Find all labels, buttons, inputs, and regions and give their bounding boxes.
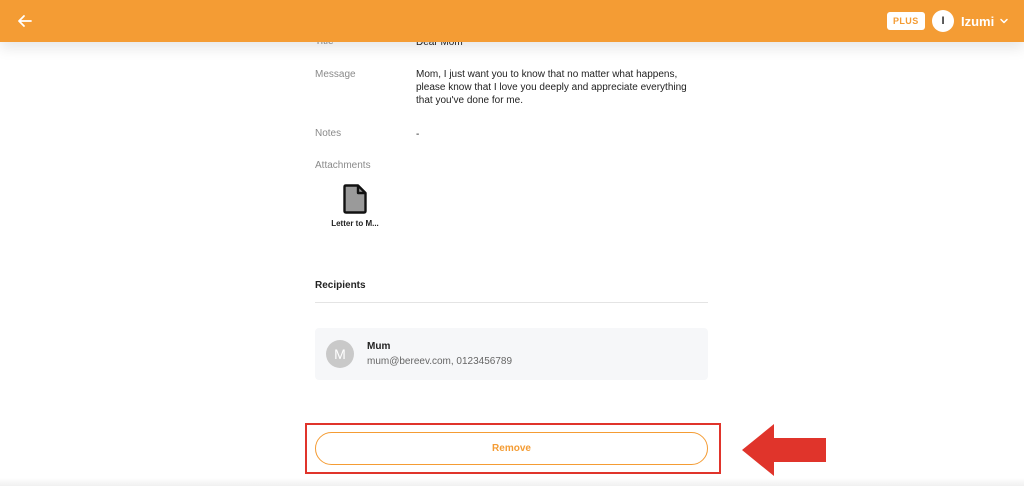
avatar: I (932, 10, 954, 32)
message-line: that you've done for me. (416, 95, 523, 106)
avatar: M (326, 340, 354, 368)
plus-badge: PLUS (887, 12, 925, 30)
top-bar: PLUS I Izumi (0, 0, 1024, 42)
arrow-left-icon[interactable] (14, 10, 36, 32)
message-line: Mom, I just want you to know that no mat… (416, 69, 678, 80)
attachment-item[interactable]: Letter to M... (323, 184, 387, 228)
recipient-card[interactable]: M Mum mum@bereev.com, 0123456789 (315, 328, 708, 380)
attachment-name: Letter to M... (331, 219, 379, 228)
attachments-label: Attachments (315, 160, 371, 171)
message-body: Mom, I just want you to know that no mat… (416, 68, 687, 107)
recipients-title: Recipients (315, 280, 366, 291)
bottom-shadow (0, 478, 1024, 486)
notes-value: - (416, 129, 420, 140)
message-label: Message (315, 69, 356, 80)
recipient-name: Mum (367, 341, 391, 352)
user-name: Izumi (961, 13, 995, 29)
recipient-contact: mum@bereev.com, 0123456789 (367, 356, 513, 367)
remove-button[interactable]: Remove (315, 432, 708, 465)
user-menu[interactable]: I Izumi (932, 9, 1009, 33)
document-icon (343, 184, 367, 214)
divider (315, 302, 708, 303)
notes-label: Notes (315, 128, 342, 139)
pointer-arrow-icon (742, 424, 826, 476)
chevron-down-icon (1000, 18, 1008, 24)
message-line: please know that I love you deeply and a… (416, 82, 687, 93)
